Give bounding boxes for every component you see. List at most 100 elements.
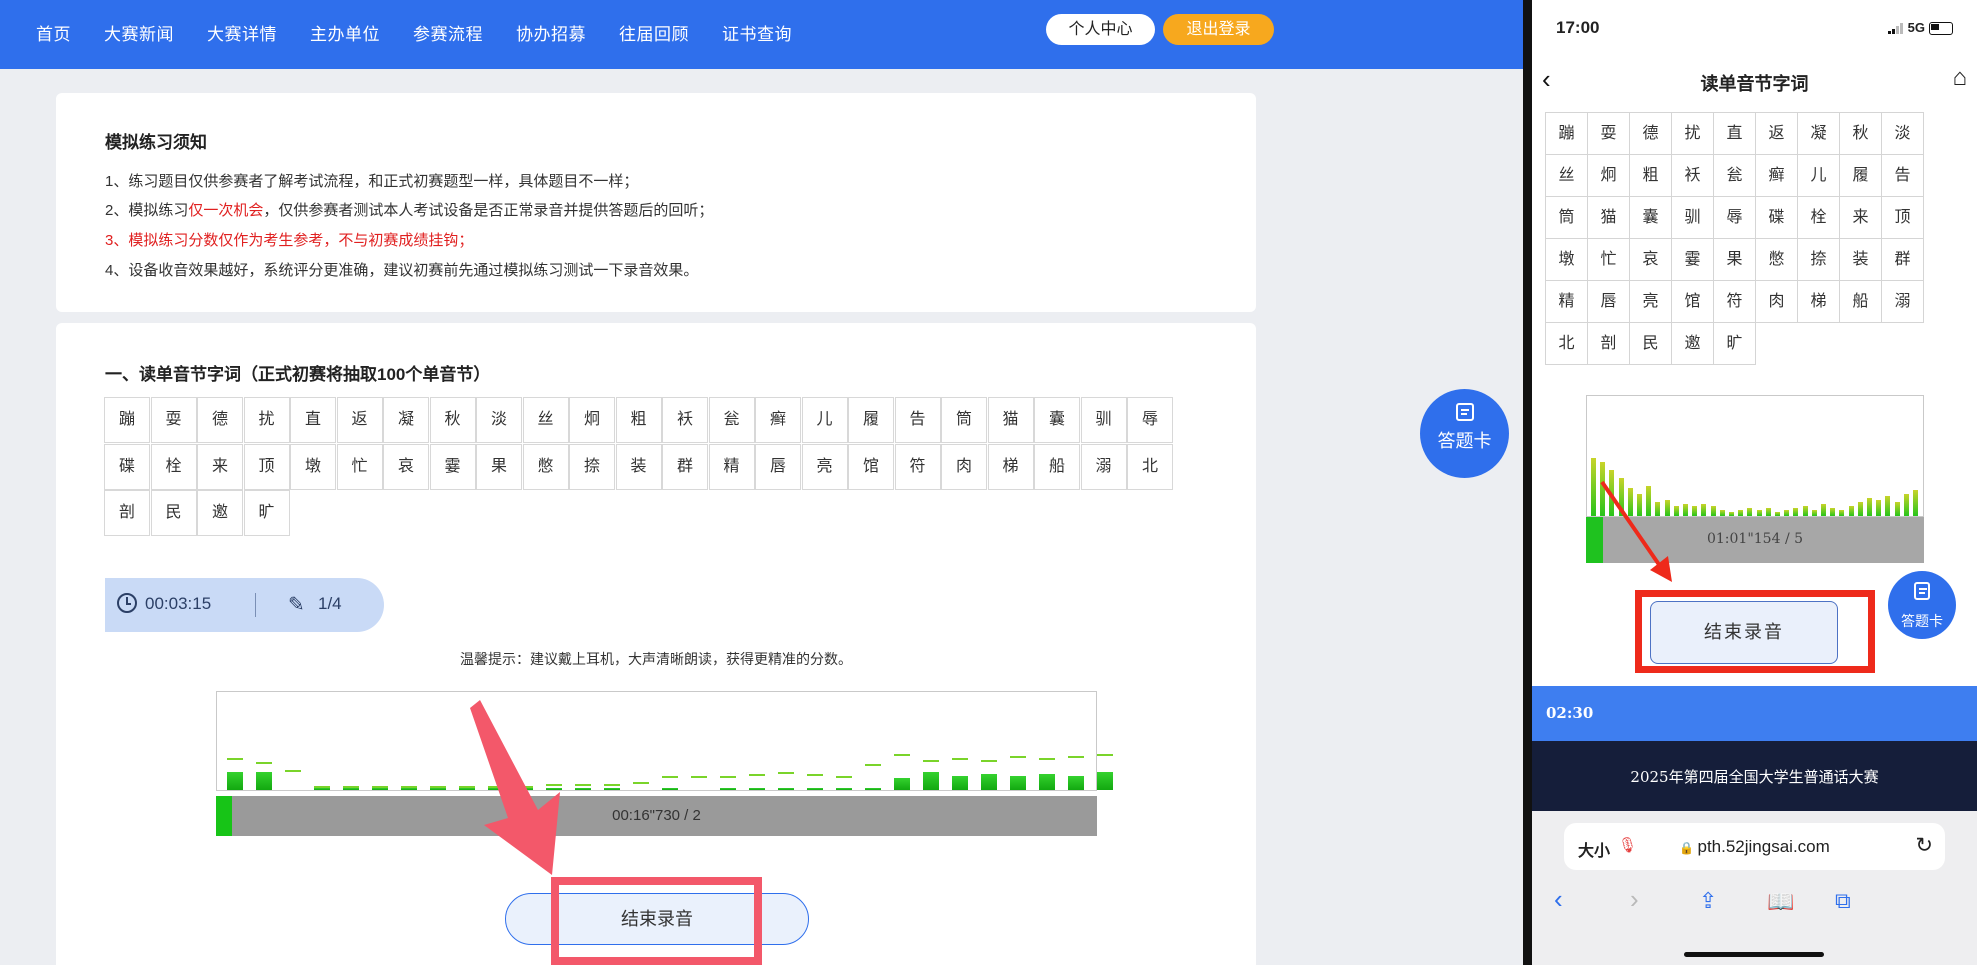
phone-character-cell: 瓮 <box>1713 154 1756 197</box>
user-center-button[interactable]: 个人中心 <box>1046 14 1155 45</box>
phone-character-cell: 淡 <box>1881 112 1924 155</box>
status-time: 17:00 <box>1556 18 1600 37</box>
nav-details[interactable]: 大赛详情 <box>207 20 277 45</box>
phone-character-cell: 符 <box>1713 280 1756 323</box>
nav-news[interactable]: 大赛新闻 <box>104 20 174 45</box>
phone-character-cell: 哀 <box>1629 238 1672 281</box>
phone-waveform-bar <box>1784 510 1790 516</box>
phone-character-cell: 顶 <box>1881 196 1924 239</box>
notice-title: 模拟练习须知 <box>105 133 207 152</box>
waveform-bar <box>430 788 446 790</box>
phone-answer-card-button[interactable]: 答题卡 <box>1888 571 1956 639</box>
bookmarks-icon[interactable]: 📖 <box>1767 889 1794 915</box>
status-indicators: 5G <box>1887 20 1953 36</box>
nav-certificate[interactable]: 证书查询 <box>722 20 792 45</box>
phone-waveform-bar <box>1839 510 1845 516</box>
character-cell: 哀 <box>383 443 429 490</box>
phone-stop-recording-button[interactable]: 结束录音 <box>1650 601 1838 664</box>
browser-forward-icon[interactable]: › <box>1630 884 1639 915</box>
waveform-peak <box>401 786 417 788</box>
waveform-bar <box>749 788 765 790</box>
character-cell: 淡 <box>476 397 522 443</box>
answer-card-button[interactable]: 答题卡 <box>1420 389 1509 478</box>
character-cell: 梯 <box>987 443 1034 490</box>
nav-home[interactable]: 首页 <box>36 20 71 45</box>
phone-waveform-bar <box>1738 510 1744 516</box>
logout-button[interactable]: 退出登录 <box>1163 14 1274 45</box>
nav-organizers[interactable]: 主办单位 <box>310 20 380 45</box>
phone-waveform-bar <box>1848 506 1854 516</box>
main-card: 一、读单音节字词（正式初赛将抽取100个单音节） 蹦耍德扰直返凝秋淡丝炯粗袄瓮癣… <box>56 323 1256 965</box>
waveform-bar <box>227 772 243 790</box>
home-indicator <box>1684 952 1824 957</box>
tabs-icon[interactable]: ⧉ <box>1835 888 1851 914</box>
phone-character-cell: 儿 <box>1797 154 1840 197</box>
notice-card: 模拟练习须知 1、练习题目仅供参赛者了解考试流程，和正式初赛题型一样，具体题目不… <box>56 93 1256 312</box>
footer-text: 2025年第四届全国大学生普通话大赛 <box>1630 768 1879 786</box>
character-cell: 耍 <box>150 397 197 443</box>
reload-icon[interactable]: ↻ <box>1915 833 1933 858</box>
phone-character-cell: 碟 <box>1755 196 1798 239</box>
waveform-bar <box>662 788 678 790</box>
character-cell: 儿 <box>801 397 848 443</box>
home-icon[interactable]: ⌂ <box>1953 64 1968 92</box>
character-cell: 丝 <box>522 397 569 443</box>
waveform-peak <box>227 758 243 760</box>
signal-icon <box>1887 23 1903 35</box>
phone-character-cell: 精 <box>1545 280 1588 323</box>
phone-character-cell: 秋 <box>1839 112 1882 155</box>
notice-line-4: 4、设备收音效果越好，系统评分更准确，建议初赛前先通过模拟练习测试一下录音效果。 <box>105 262 699 279</box>
waveform-bar <box>256 772 272 790</box>
phone-character-cell: 德 <box>1629 112 1672 155</box>
phone-character-cell: 墩 <box>1545 238 1588 281</box>
network-label: 5G <box>1907 20 1925 35</box>
character-cell: 德 <box>197 397 243 443</box>
phone-character-cell: 履 <box>1839 154 1882 197</box>
battery-icon <box>1929 22 1953 36</box>
phone-character-cell: 癣 <box>1755 154 1798 197</box>
phone-character-cell: 袄 <box>1671 154 1714 197</box>
character-cell: 霎 <box>429 443 476 490</box>
waveform-bar <box>894 778 910 790</box>
character-cell: 捺 <box>569 443 615 490</box>
phone-waveform-bar <box>1867 498 1872 516</box>
character-cell: 墩 <box>290 443 336 490</box>
phone-character-cell: 辱 <box>1713 196 1756 239</box>
waveform-peak <box>952 758 968 760</box>
phone-character-cell: 梯 <box>1797 280 1840 323</box>
character-cell: 旷 <box>243 490 290 536</box>
notice-line-2-pre: 2、模拟练习 <box>105 202 189 219</box>
phone-character-cell: 霎 <box>1671 238 1714 281</box>
share-icon[interactable]: ⇪ <box>1699 888 1717 914</box>
notice-line-3: 3、模拟练习分数仅作为考生参考，不与初赛成绩挂钩； <box>105 232 474 249</box>
character-cell: 返 <box>336 397 383 443</box>
phone-character-cell: 邀 <box>1671 322 1714 365</box>
browser-back-icon[interactable]: ‹ <box>1554 884 1563 915</box>
phone-character-cell: 扰 <box>1671 112 1714 155</box>
timer: 00:03:15 <box>145 594 212 613</box>
waveform-peak <box>1068 756 1084 758</box>
phone-character-cell: 猫 <box>1587 196 1630 239</box>
nav-review[interactable]: 往届回顾 <box>619 20 689 45</box>
nav-recruit[interactable]: 协办招募 <box>516 20 586 45</box>
url-bar[interactable]: 大小 🎙 🔒 pth.52jingsai.com ↻ <box>1564 823 1945 870</box>
phone-character-cell: 告 <box>1881 154 1924 197</box>
character-cell: 凝 <box>383 397 429 443</box>
phone-character-cell: 果 <box>1713 238 1756 281</box>
phone-character-cell: 来 <box>1839 196 1882 239</box>
phone-character-cell: 栓 <box>1797 196 1840 239</box>
phone-character-cell: 囊 <box>1629 196 1672 239</box>
section-title: 一、读单音节字词（正式初赛将抽取100个单音节） <box>105 365 491 384</box>
phone-character-cell: 亮 <box>1629 280 1672 323</box>
phone-waveform-bar <box>1876 500 1882 516</box>
footer-banner: 2025年第四届全国大学生普通话大赛 <box>1532 741 1977 811</box>
waveform-peak <box>256 762 272 764</box>
character-cell: 碟 <box>104 443 150 490</box>
phone-character-cell: 捺 <box>1797 238 1840 281</box>
phone-character-cell: 粗 <box>1629 154 1672 197</box>
waveform-peak <box>894 754 910 756</box>
nav-process[interactable]: 参赛流程 <box>413 20 483 45</box>
phone-character-cell: 旷 <box>1713 322 1756 365</box>
phone-waveform-bar <box>1747 508 1753 516</box>
waveform-peak <box>372 786 388 788</box>
